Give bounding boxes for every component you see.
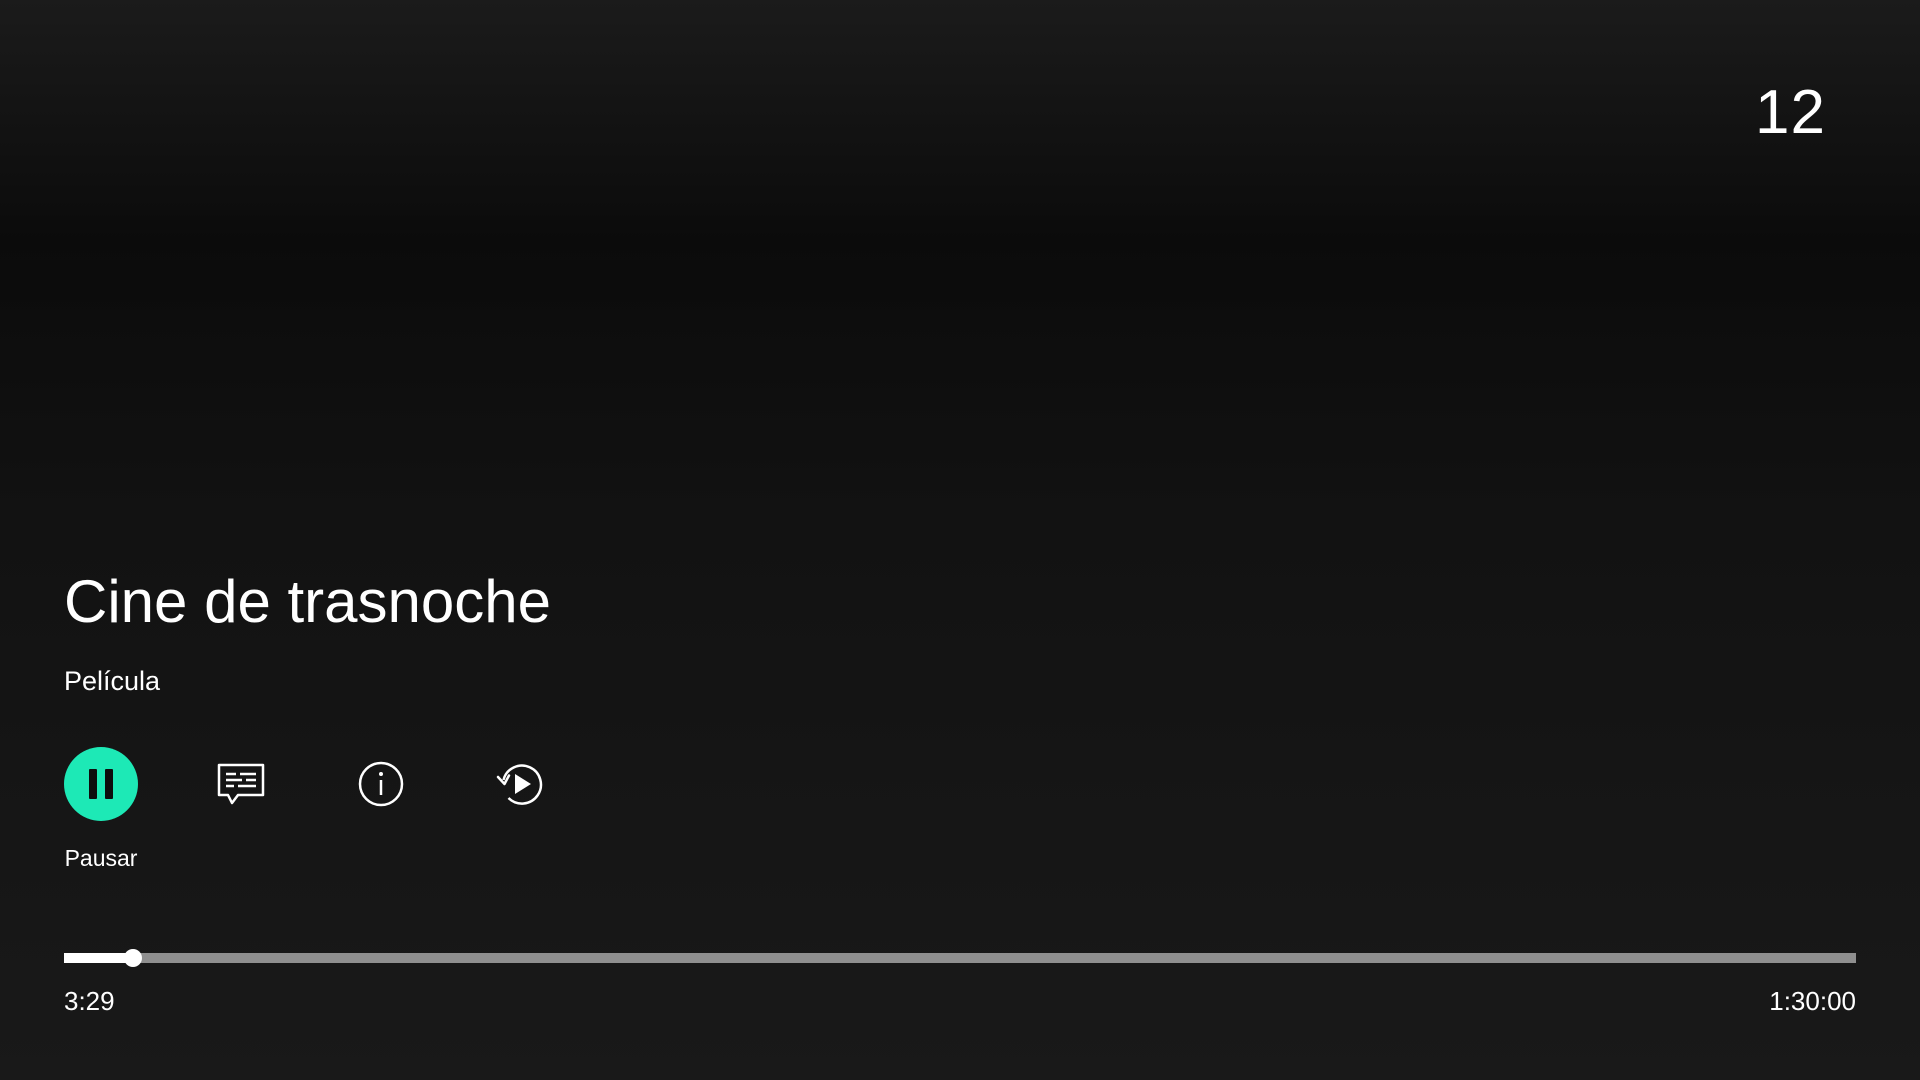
- progress-track: [64, 953, 1856, 963]
- subtitles-button[interactable]: [204, 747, 278, 821]
- progress-fill: [64, 953, 134, 963]
- pause-icon: [89, 769, 113, 799]
- program-category: Película: [64, 666, 161, 696]
- channel-number: 12: [1755, 78, 1826, 147]
- total-duration: 1:30:00: [1769, 986, 1856, 1016]
- restart-icon: [496, 764, 543, 805]
- info-button[interactable]: [344, 747, 418, 821]
- elapsed-time: 3:29: [64, 986, 115, 1016]
- pause-button[interactable]: Pausar: [64, 747, 138, 870]
- pause-button-label: Pausar: [64, 845, 138, 871]
- program-title: Cine de trasnoche: [64, 568, 551, 635]
- subtitles-icon: [217, 763, 265, 805]
- progress-bar[interactable]: [64, 949, 1856, 967]
- restart-button[interactable]: [484, 747, 558, 821]
- info-icon: [358, 761, 404, 807]
- progress-thumb[interactable]: [124, 949, 143, 967]
